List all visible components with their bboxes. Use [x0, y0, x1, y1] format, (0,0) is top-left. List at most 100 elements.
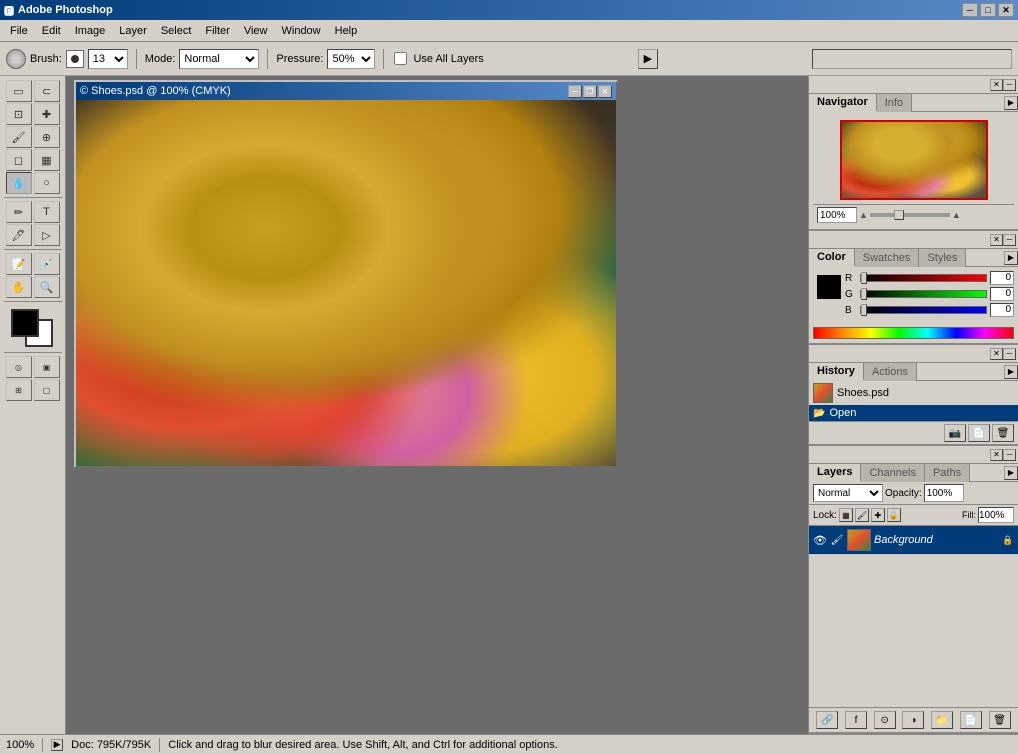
history-snapshot-item[interactable]: Shoes.psd [809, 381, 1018, 405]
lock-transparent-icon[interactable]: ▦ [839, 508, 853, 522]
lock-all-icon[interactable]: 🔒 [887, 508, 901, 522]
lock-image-icon[interactable]: 🖌 [855, 508, 869, 522]
close-button[interactable]: ✕ [998, 3, 1014, 17]
menu-filter[interactable]: Filter [199, 23, 235, 39]
tool-notes[interactable]: 📝 [6, 253, 32, 275]
layers-panel-minimize[interactable]: ─ [1003, 449, 1016, 461]
history-delete-btn[interactable]: 🗑 [992, 424, 1014, 442]
brush-preview[interactable] [66, 50, 84, 68]
tool-lasso[interactable]: ⊂ [34, 80, 60, 102]
menu-view[interactable]: View [238, 23, 274, 39]
layers-mask-btn[interactable]: ⊙ [874, 711, 896, 729]
doc-close-button[interactable]: ✕ [598, 85, 612, 98]
tab-layers[interactable]: Layers [809, 464, 861, 482]
doc-restore-button[interactable]: ❐ [583, 85, 597, 98]
r-value[interactable]: 0 [990, 271, 1014, 285]
g-value[interactable]: 0 [990, 287, 1014, 301]
history-new-btn[interactable]: 📄 [968, 424, 990, 442]
menu-window[interactable]: Window [276, 23, 327, 39]
mode-select[interactable]: Normal Multiply Screen [179, 49, 259, 69]
fill-input[interactable] [978, 507, 1014, 523]
b-slider[interactable] [860, 306, 987, 314]
doc-minimize-button[interactable]: ─ [568, 85, 582, 98]
maximize-button[interactable]: □ [980, 3, 996, 17]
brush-size-select[interactable]: 13 [88, 49, 128, 69]
navigator-zoom-input[interactable] [817, 207, 857, 223]
document-controls[interactable]: ─ ❐ ✕ [568, 85, 612, 98]
history-open-item[interactable]: 📂 Open [809, 405, 1018, 421]
history-panel-arrow[interactable]: ▶ [1004, 365, 1018, 379]
layer-item-background[interactable]: 👁 🖌 Background 🔒 [809, 526, 1018, 555]
options-button[interactable]: ▶ [638, 49, 658, 69]
tab-navigator[interactable]: Navigator [809, 94, 877, 112]
r-slider-thumb[interactable] [861, 272, 867, 284]
tool-eyedrop[interactable]: 💉 [34, 253, 60, 275]
minimize-button[interactable]: ─ [962, 3, 978, 17]
tool-shape[interactable]: ▷ [34, 224, 60, 246]
color-spectrum[interactable] [813, 327, 1014, 339]
tool-clone[interactable]: ⊕ [34, 126, 60, 148]
tool-standardmode[interactable]: ▣ [34, 356, 60, 378]
layer-eye-icon[interactable]: 👁 [813, 533, 827, 547]
menu-select[interactable]: Select [155, 23, 198, 39]
color-panel-minimize[interactable]: ─ [1003, 234, 1016, 246]
history-panel-close[interactable]: ✕ [990, 348, 1003, 360]
g-slider-thumb[interactable] [861, 288, 867, 300]
tool-screen-full[interactable]: ▢ [34, 379, 60, 401]
layers-new-btn[interactable]: 📄 [960, 711, 982, 729]
tab-history[interactable]: History [809, 363, 864, 381]
tool-hand[interactable]: ✋ [6, 276, 32, 298]
menu-help[interactable]: Help [329, 23, 364, 39]
tool-path[interactable]: ✏ [6, 201, 32, 223]
tool-dodge[interactable]: ○ [34, 172, 60, 194]
tab-channels[interactable]: Channels [861, 464, 924, 482]
navigator-slider-thumb[interactable] [894, 210, 904, 220]
color-picker-swatch[interactable] [817, 275, 841, 299]
color-swatch-area[interactable] [11, 309, 55, 349]
layers-panel-close[interactable]: ✕ [990, 449, 1003, 461]
tool-quickmask[interactable]: ◎ [6, 356, 32, 378]
tab-actions[interactable]: Actions [864, 363, 917, 381]
layers-link-btn[interactable]: 🔗 [816, 711, 838, 729]
pressure-select[interactable]: 50% [327, 49, 375, 69]
navigator-panel-minimize[interactable]: ─ [1003, 79, 1016, 91]
tool-pen[interactable]: 🖊 [6, 224, 32, 246]
layers-style-btn[interactable]: f [845, 711, 867, 729]
menu-edit[interactable]: Edit [36, 23, 67, 39]
tool-eraser[interactable]: ◻ [6, 149, 32, 171]
color-panel-arrow[interactable]: ▶ [1004, 251, 1018, 265]
tab-styles[interactable]: Styles [919, 249, 966, 267]
tool-gradient[interactable]: ▦ [34, 149, 60, 171]
tool-blur[interactable]: 💧 [6, 172, 32, 194]
tool-text[interactable]: T [34, 201, 60, 223]
layers-panel-arrow[interactable]: ▶ [1004, 466, 1018, 480]
tool-screen-normal[interactable]: ⊞ [6, 379, 32, 401]
tab-swatches[interactable]: Swatches [855, 249, 920, 267]
navigator-slider[interactable] [870, 213, 950, 217]
lock-position-icon[interactable]: ✚ [871, 508, 885, 522]
menu-image[interactable]: Image [69, 23, 112, 39]
tab-color[interactable]: Color [809, 249, 855, 267]
layers-delete-btn[interactable]: 🗑 [989, 711, 1011, 729]
status-info-arrow[interactable]: ▶ [51, 739, 63, 751]
layers-group-btn[interactable]: 📁 [931, 711, 953, 729]
r-slider[interactable] [860, 274, 987, 282]
b-slider-thumb[interactable] [861, 304, 867, 316]
tool-marquee[interactable]: ▭ [6, 80, 32, 102]
tab-paths[interactable]: Paths [925, 464, 970, 482]
foreground-color[interactable] [11, 309, 39, 337]
navigator-panel-close[interactable]: ✕ [990, 79, 1003, 91]
b-value[interactable]: 0 [990, 303, 1014, 317]
layers-mode-select[interactable]: Normal Multiply Screen [813, 484, 883, 502]
tool-heal[interactable]: ✚ [34, 103, 60, 125]
history-panel-minimize[interactable]: ─ [1003, 348, 1016, 360]
menu-file[interactable]: File [4, 23, 34, 39]
g-slider[interactable] [860, 290, 987, 298]
menu-layer[interactable]: Layer [113, 23, 153, 39]
titlebar-controls[interactable]: ─ □ ✕ [962, 3, 1014, 17]
layers-opacity-input[interactable] [924, 484, 964, 502]
color-panel-close[interactable]: ✕ [990, 234, 1003, 246]
tool-crop[interactable]: ⊡ [6, 103, 32, 125]
navigator-panel-arrow[interactable]: ▶ [1004, 96, 1018, 110]
tab-info[interactable]: Info [877, 94, 912, 112]
